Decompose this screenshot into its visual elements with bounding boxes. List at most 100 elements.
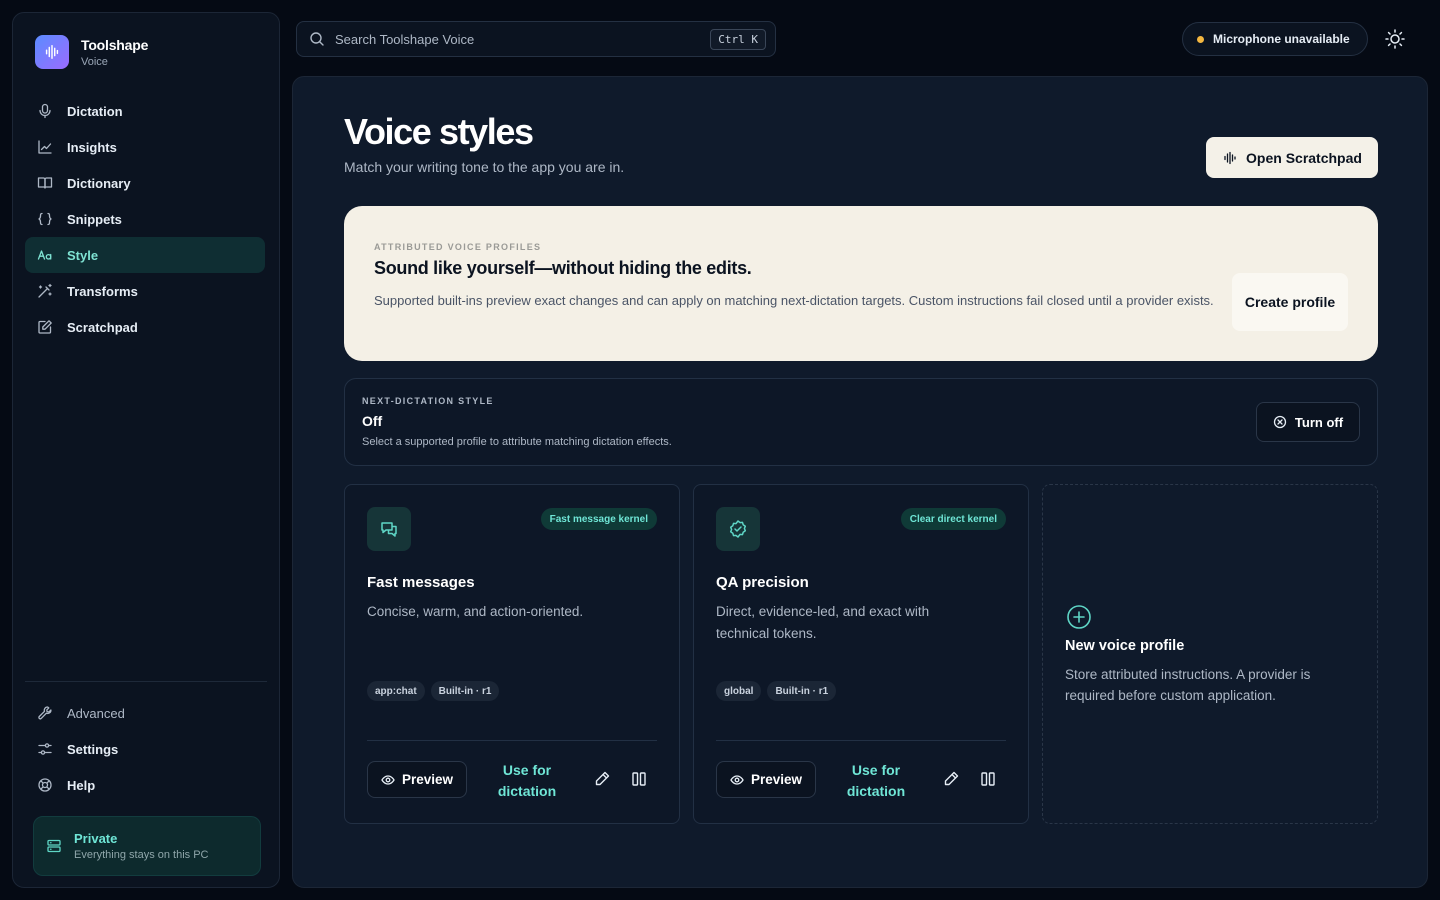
next-style-eyebrow: NEXT-DICTATION STYLE (362, 396, 494, 406)
sidebar-item-label: Scratchpad (67, 319, 138, 335)
open-scratchpad-button[interactable]: Open Scratchpad (1206, 137, 1378, 178)
magic-wand-icon (37, 283, 55, 299)
sidebar-bottom-nav: Advanced Settings Help (25, 695, 265, 803)
circle-x-icon (1273, 415, 1287, 429)
microphone-status-pill[interactable]: Microphone unavailable (1182, 22, 1368, 56)
sidebar: Toolshape Voice Dictation Insights Dicti… (12, 12, 280, 888)
sidebar-item-style[interactable]: Style (25, 237, 265, 273)
sidebar-item-transforms[interactable]: Transforms (25, 273, 265, 309)
privacy-subtitle: Everything stays on this PC (74, 849, 209, 861)
page-subtitle: Match your writing tone to the app you a… (344, 159, 625, 175)
turn-off-button[interactable]: Turn off (1256, 402, 1360, 442)
version-tag: Built-in · r1 (430, 681, 500, 701)
create-profile-button[interactable]: Create profile (1232, 273, 1348, 331)
privacy-status-card: Private Everything stays on this PC (33, 816, 261, 876)
use-for-dictation-button[interactable]: Use for dictation (828, 759, 924, 803)
voice-profile-card-qa-precision: Clear direct kernel QA precision Direct,… (693, 484, 1029, 824)
sidebar-item-dictionary[interactable]: Dictionary (25, 165, 265, 201)
plus-circle-icon (1065, 603, 1093, 631)
new-profile-title: New voice profile (1065, 638, 1185, 654)
banner-eyebrow: ATTRIBUTED VOICE PROFILES (374, 242, 542, 252)
open-scratchpad-label: Open Scratchpad (1246, 149, 1362, 166)
next-style-description: Select a supported profile to attribute … (362, 436, 672, 448)
card-title: QA precision (716, 574, 809, 591)
book-icon (37, 175, 55, 191)
waveform-icon (1222, 150, 1238, 166)
theme-toggle-sun-icon[interactable] (1384, 28, 1406, 50)
chart-line-icon (37, 139, 55, 155)
lifebuoy-icon (37, 777, 55, 793)
card-tags: app:chat Built-in · r1 (367, 681, 505, 701)
card-description: Concise, warm, and action-oriented. (367, 604, 584, 619)
sidebar-item-help[interactable]: Help (25, 767, 265, 803)
preview-button[interactable]: Preview (367, 761, 467, 798)
main-panel: Voice styles Match your writing tone to … (292, 76, 1428, 888)
eye-icon (730, 773, 744, 787)
card-tags: global Built-in · r1 (716, 681, 842, 701)
columns-icon[interactable] (630, 770, 648, 788)
edit-pencil-icon[interactable] (942, 770, 960, 788)
card-divider (716, 740, 1006, 741)
preview-button[interactable]: Preview (716, 761, 816, 798)
wrench-icon (37, 705, 55, 721)
eye-icon (381, 773, 395, 787)
badge-check-icon (716, 507, 760, 551)
use-for-dictation-button[interactable]: Use for dictation (479, 759, 575, 803)
sidebar-nav: Dictation Insights Dictionary Snippets S… (25, 93, 265, 345)
brand-name: Toolshape (81, 36, 149, 53)
sidebar-item-label: Dictation (67, 103, 123, 119)
turn-off-label: Turn off (1294, 414, 1344, 430)
privacy-title: Private (74, 831, 118, 846)
sidebar-divider (25, 681, 267, 682)
sidebar-item-settings[interactable]: Settings (25, 731, 265, 767)
attributed-profiles-banner: ATTRIBUTED VOICE PROFILES Sound like you… (344, 206, 1378, 361)
new-voice-profile-card[interactable]: New voice profile Store attributed instr… (1042, 484, 1378, 824)
sidebar-item-label: Transforms (67, 283, 138, 299)
card-divider (367, 740, 657, 741)
banner-description: Supported built-ins preview exact change… (374, 293, 1214, 308)
version-tag: Built-in · r1 (767, 681, 837, 701)
mic-icon (37, 103, 55, 119)
sidebar-item-label: Settings (67, 741, 119, 757)
voice-profile-card-fast-messages: Fast message kernel Fast messages Concis… (344, 484, 680, 824)
sidebar-item-advanced[interactable]: Advanced (25, 695, 265, 731)
sliders-icon (37, 741, 55, 757)
kernel-badge: Fast message kernel (540, 508, 657, 530)
kernel-badge: Clear direct kernel (900, 508, 1006, 530)
sidebar-item-label: Insights (67, 139, 117, 155)
new-profile-description: Store attributed instructions. A provide… (1065, 667, 1311, 703)
server-icon (46, 838, 62, 854)
microphone-status-label: Microphone unavailable (1213, 32, 1350, 46)
sidebar-item-label: Advanced (67, 705, 125, 721)
banner-title: Sound like yourself—without hiding the e… (374, 258, 752, 278)
next-style-value: Off (362, 413, 383, 429)
columns-icon[interactable] (979, 770, 997, 788)
sidebar-item-label: Style (67, 247, 99, 263)
sidebar-item-snippets[interactable]: Snippets (25, 201, 265, 237)
search-input[interactable] (335, 31, 695, 47)
preview-label: Preview (750, 772, 803, 787)
scope-tag: global (716, 681, 762, 701)
search-bar[interactable]: Ctrl K (296, 21, 776, 57)
braces-icon (37, 211, 55, 227)
waveform-logo-icon (35, 35, 69, 69)
card-description: Direct, evidence-led, and exact with tec… (716, 604, 930, 641)
text-style-icon (37, 247, 55, 263)
edit-pencil-icon[interactable] (593, 770, 611, 788)
preview-label: Preview (401, 772, 454, 787)
sidebar-item-label: Snippets (67, 211, 122, 227)
scope-tag: app:chat (367, 681, 425, 701)
chat-bubbles-icon (367, 507, 411, 551)
brand[interactable]: Toolshape Voice (35, 35, 148, 69)
page-title: Voice styles (344, 111, 534, 152)
next-dictation-style-panel: NEXT-DICTATION STYLE Off Select a suppor… (344, 378, 1378, 466)
search-icon (309, 31, 325, 47)
sidebar-item-dictation[interactable]: Dictation (25, 93, 265, 129)
status-dot (1197, 35, 1204, 43)
sidebar-item-insights[interactable]: Insights (25, 129, 265, 165)
sidebar-item-label: Help (67, 777, 96, 793)
brand-subtitle: Voice (81, 55, 108, 68)
sidebar-item-scratchpad[interactable]: Scratchpad (25, 309, 265, 345)
edit-square-icon (37, 319, 55, 335)
sidebar-item-label: Dictionary (67, 175, 131, 191)
